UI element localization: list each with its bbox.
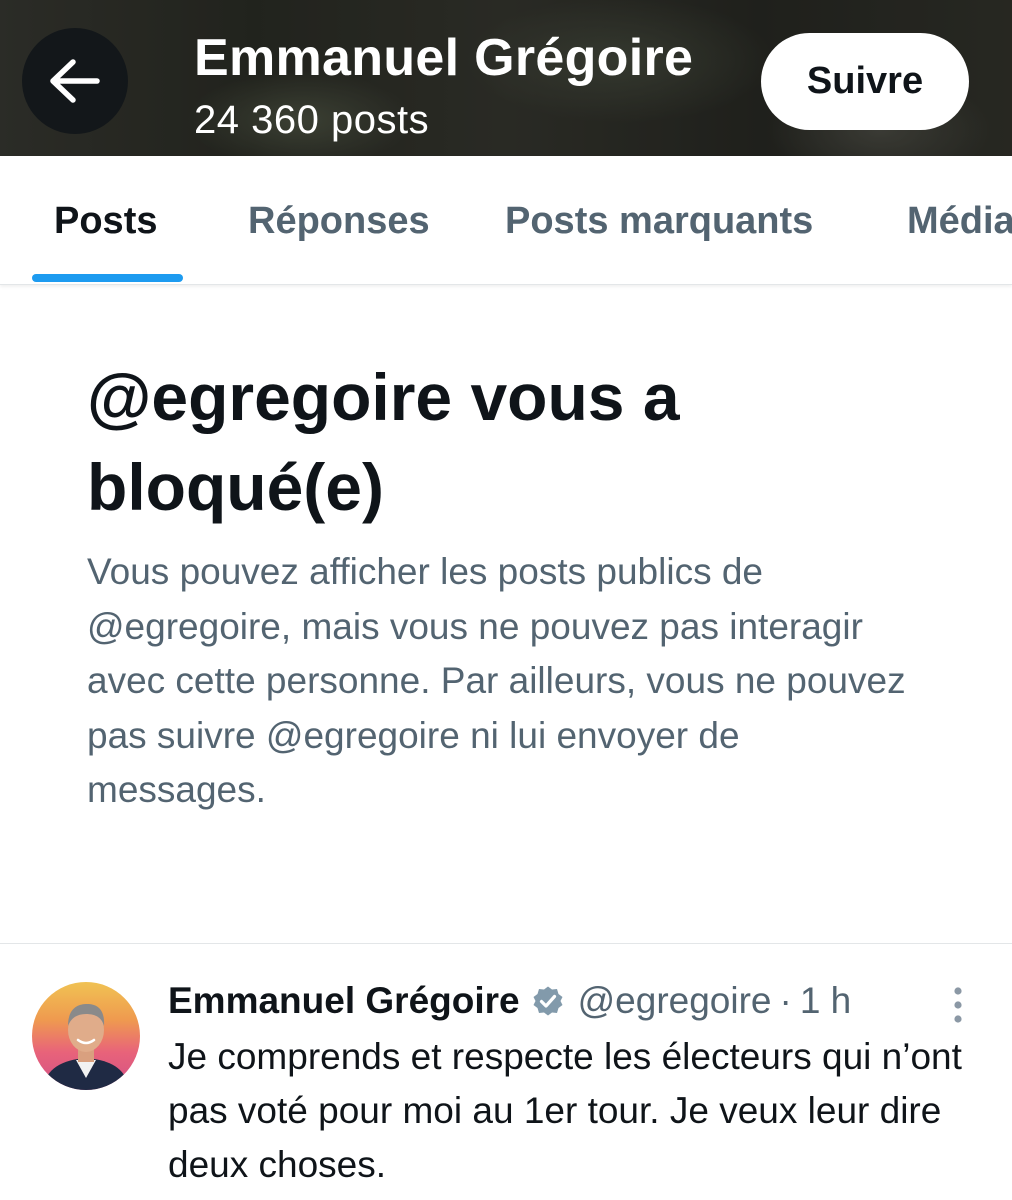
tab-media[interactable]: Média	[907, 200, 1012, 243]
back-button[interactable]	[22, 28, 128, 134]
avatar-portrait-icon	[42, 1004, 130, 1090]
header-profile-name: Emmanuel Grégoire	[194, 29, 694, 87]
tab-posts[interactable]: Posts	[54, 200, 157, 243]
post-author-handle[interactable]: @egregoire	[578, 980, 772, 1022]
post-separator: ·	[779, 980, 792, 1021]
tab-highlights[interactable]: Posts marquants	[505, 200, 813, 243]
post-header: Emmanuel Grégoire @egregoire · 1 h	[168, 978, 851, 1024]
more-vertical-icon[interactable]	[946, 985, 970, 1025]
arrow-left-icon	[50, 59, 100, 103]
active-tab-indicator	[32, 274, 183, 282]
profile-header: Emmanuel Grégoire 24 360 posts Suivre	[0, 0, 1012, 156]
post-text: Je comprends et respecte les électeurs q…	[168, 1036, 962, 1185]
follow-button[interactable]: Suivre	[761, 33, 969, 130]
post-timestamp[interactable]: 1 h	[800, 980, 851, 1022]
tab-replies[interactable]: Réponses	[248, 200, 430, 243]
blocked-description: Vous pouvez afficher les posts publics d…	[87, 551, 906, 810]
profile-tabs: Posts Réponses Posts marquants Média	[0, 156, 1012, 285]
post-author-name[interactable]: Emmanuel Grégoire	[168, 980, 520, 1022]
verified-badge-icon	[532, 985, 564, 1017]
blocked-title: @egregoire vous a bloqué(e)	[87, 360, 680, 524]
divider	[0, 943, 1012, 944]
header-post-count: 24 360 posts	[194, 98, 430, 142]
avatar[interactable]	[32, 982, 140, 1090]
